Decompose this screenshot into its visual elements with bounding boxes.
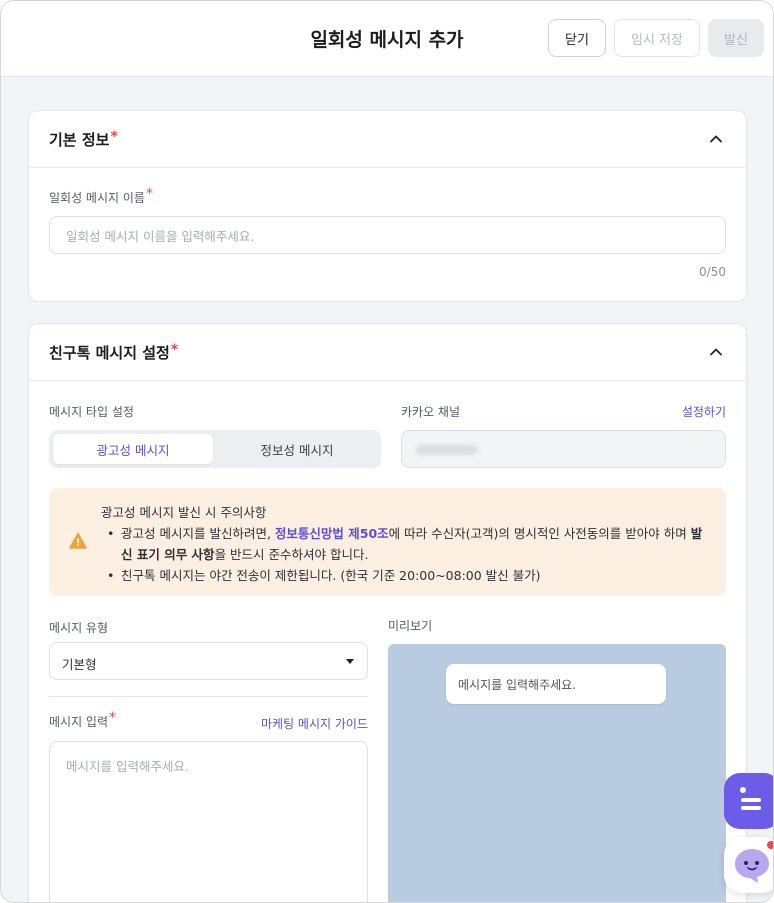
kakao-channel-label: 카카오 채널 [401, 405, 461, 419]
marketing-guide-link[interactable]: 마케팅 메시지 가이드 [260, 715, 368, 732]
message-type-label: 메시지 타입 설정 [49, 405, 134, 419]
basic-info-header[interactable]: 기본 정보* [29, 111, 746, 168]
send-button[interactable]: 발신 [708, 19, 764, 57]
message-placeholder: 메시지를 입력해주세요. [66, 759, 189, 774]
caret-down-icon [346, 659, 354, 664]
law-reference-link[interactable]: 정보통신망법 제50조 [275, 526, 389, 541]
name-label: 일회성 메시지 이름* [49, 186, 153, 205]
preview-bubble: 메시지를 입력해주세요. [446, 664, 666, 704]
chevron-up-icon[interactable] [708, 131, 724, 147]
message-textarea[interactable]: 메시지를 입력해주세요. [49, 741, 368, 902]
message-preview: 메시지를 입력해주세요. [388, 644, 726, 902]
basic-info-title: 기본 정보* [49, 129, 118, 149]
chat-bot-button[interactable] [724, 773, 773, 829]
name-char-counter: 0/50 [699, 265, 726, 279]
friendtalk-title: 친구톡 메시지 설정* [49, 342, 179, 362]
close-button[interactable]: 닫기 [548, 19, 606, 57]
chat-bot-icon [740, 787, 761, 810]
messenger-icon [735, 841, 773, 883]
chevron-up-icon[interactable] [708, 344, 724, 360]
notice-list: 광고성 메시지를 발신하려면, 정보통신망법 제50조에 따라 수신자(고객)의… [105, 523, 705, 586]
notice-item: 친구톡 메시지는 야간 전송이 제한됩니다. (한국 기준 20:00~08:0… [105, 565, 705, 586]
messenger-button[interactable] [724, 837, 773, 893]
top-bar: 일회성 메시지 추가 닫기 임시 저장 발신 [1, 1, 773, 77]
kakao-channel-field[interactable] [401, 430, 726, 468]
preview-label: 미리보기 [388, 619, 433, 633]
required-mark: * [110, 129, 118, 145]
channel-settings-link[interactable]: 설정하기 [682, 403, 726, 420]
message-kind-value: 기본형 [62, 657, 97, 672]
tab-ad-message[interactable]: 광고성 메시지 [53, 434, 213, 464]
basic-info-card: 기본 정보* 일회성 메시지 이름* 일회성 메시지 이름을 입력해주세요. 0… [28, 110, 747, 302]
save-draft-button[interactable]: 임시 저장 [614, 19, 700, 57]
blurred-channel-name [416, 445, 478, 455]
message-kind-label: 메시지 유형 [49, 621, 109, 635]
message-name-input[interactable]: 일회성 메시지 이름을 입력해주세요. [49, 216, 726, 254]
message-type-toggle: 광고성 메시지 정보성 메시지 [49, 430, 381, 468]
tab-info-message[interactable]: 정보성 메시지 [217, 434, 377, 464]
app-window: 일회성 메시지 추가 닫기 임시 저장 발신 기본 정보* 일회성 메시지 이름… [0, 0, 774, 903]
notice-item: 광고성 메시지를 발신하려면, 정보통신망법 제50조에 따라 수신자(고객)의… [105, 523, 705, 565]
ad-notice-box: 광고성 메시지 발신 시 주의사항 광고성 메시지를 발신하려면, 정보통신망법… [49, 488, 726, 596]
message-kind-select[interactable]: 기본형 [49, 642, 368, 680]
friendtalk-header[interactable]: 친구톡 메시지 설정* [29, 324, 746, 381]
friendtalk-card: 친구톡 메시지 설정* 메시지 타입 설정 광고성 메시지 정보성 메시지 카카… [28, 323, 747, 902]
message-input-label: 메시지 입력* [49, 710, 117, 729]
divider [49, 696, 368, 697]
notice-title: 광고성 메시지 발신 시 주의사항 [101, 505, 267, 520]
warning-icon [69, 532, 87, 549]
